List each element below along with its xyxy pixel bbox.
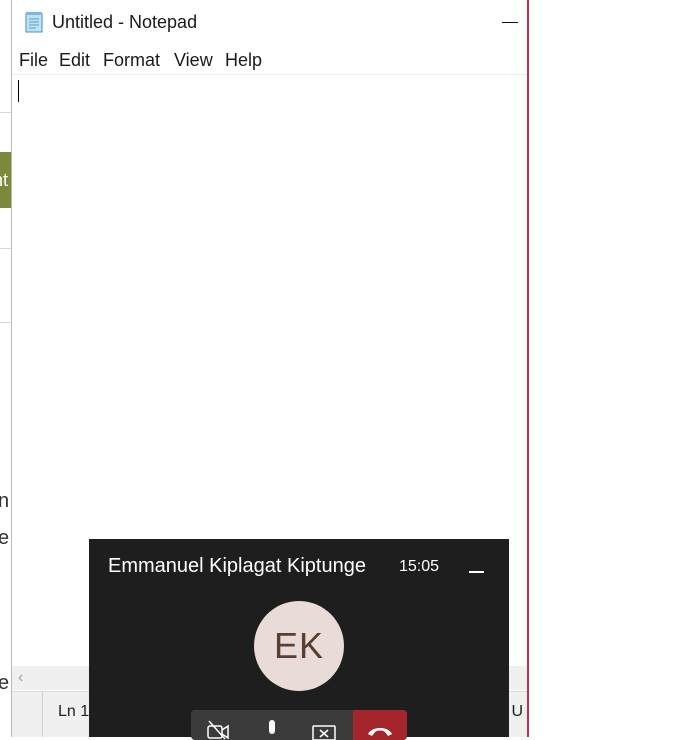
avatar-initials: EK — [273, 625, 325, 666]
share-screen-button[interactable] — [299, 710, 349, 740]
background-text: e — [0, 527, 10, 549]
scroll-left-icon[interactable]: ‹ — [18, 669, 23, 687]
text-caret — [18, 80, 19, 102]
cursor-position: Ln 1 — [58, 703, 90, 720]
mute-button[interactable] — [247, 710, 297, 740]
window-title: Untitled - Notepad — [52, 12, 198, 32]
encoding-label: U — [511, 703, 523, 720]
call-duration: 15:05 — [399, 558, 440, 575]
minimize-call-button[interactable] — [465, 557, 489, 579]
video-off-icon — [207, 720, 229, 740]
menu-edit[interactable]: Edit — [59, 50, 90, 71]
hang-up-icon — [368, 728, 392, 736]
caller-name: Emmanuel Kiplagat Kiptunge — [108, 555, 366, 577]
title-bar[interactable]: Untitled - Notepad — [12, 0, 527, 44]
background-tab-label: nt — [0, 170, 9, 190]
call-controls — [191, 710, 407, 740]
notepad-icon — [25, 12, 43, 33]
background-text: n — [0, 490, 10, 512]
hang-up-button[interactable] — [353, 710, 407, 740]
microphone-icon — [269, 720, 275, 734]
call-popup: Emmanuel Kiplagat Kiptunge 15:05 EK — [89, 539, 509, 740]
background-text: e — [0, 672, 10, 694]
menu-help[interactable]: Help — [225, 50, 262, 71]
avatar: EK — [254, 601, 344, 691]
video-toggle-button[interactable] — [193, 710, 243, 740]
menu-bar: File Edit Format View Help — [12, 46, 527, 75]
minimize-button[interactable] — [499, 8, 523, 36]
menu-view[interactable]: View — [174, 50, 213, 71]
menu-file[interactable]: File — [19, 50, 48, 71]
share-screen-icon — [312, 725, 336, 740]
menu-format[interactable]: Format — [103, 50, 160, 71]
status-divider — [42, 692, 43, 737]
